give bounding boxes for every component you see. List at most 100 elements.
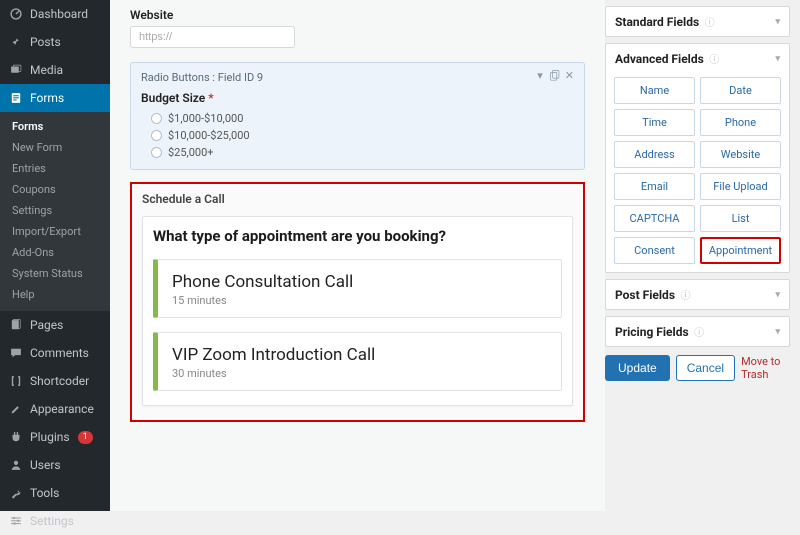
- panel-header-standard[interactable]: Standard Fields ⓘ ▾: [606, 7, 789, 36]
- radio-option[interactable]: $1,000-$10,000: [141, 110, 574, 127]
- sidebar-label: Settings: [30, 514, 74, 528]
- sidebar-label: Plugins: [30, 430, 70, 444]
- submenu-settings[interactable]: Settings: [0, 200, 110, 221]
- website-input[interactable]: [130, 26, 295, 48]
- sidebar-item-dashboard[interactable]: Dashboard: [0, 0, 110, 28]
- pricing-fields-panel: Pricing Fields ⓘ ▾: [605, 316, 790, 347]
- cancel-button[interactable]: Cancel: [676, 355, 735, 381]
- field-button-phone[interactable]: Phone: [700, 109, 781, 136]
- sidebar-item-comments[interactable]: Comments: [0, 339, 110, 367]
- radio-label: $25,000+: [168, 146, 214, 159]
- field-button-name[interactable]: Name: [614, 77, 695, 104]
- appointment-field-highlight: Schedule a Call What type of appointment…: [130, 182, 585, 422]
- submenu-help[interactable]: Help: [0, 284, 110, 305]
- sidebar-label: Tools: [30, 486, 59, 500]
- sidebar-label: Shortcoder: [30, 374, 89, 388]
- appointment-card: What type of appointment are you booking…: [142, 216, 573, 406]
- panel-title: Post Fields: [615, 288, 675, 302]
- appointment-name: Phone Consultation Call: [172, 272, 547, 292]
- form-editor: Website Radio Buttons : Field ID 9 ▾ ✕ B…: [110, 0, 605, 511]
- forms-submenu: Forms New Form Entries Coupons Settings …: [0, 112, 110, 311]
- field-button-time[interactable]: Time: [614, 109, 695, 136]
- schedule-label: Schedule a Call: [142, 192, 573, 206]
- pin-icon: [8, 34, 24, 50]
- pages-icon: [8, 317, 24, 333]
- sidebar-label: Forms: [30, 91, 64, 105]
- sidebar-item-media[interactable]: Media: [0, 56, 110, 84]
- radio-label: $10,000-$25,000: [168, 129, 250, 142]
- sidebar-label: Appearance: [30, 402, 94, 416]
- plugin-icon: [8, 429, 24, 445]
- brush-icon: [8, 401, 24, 417]
- duplicate-icon[interactable]: [547, 69, 561, 86]
- users-icon: [8, 457, 24, 473]
- sidebar-label: Dashboard: [30, 7, 88, 21]
- fields-sidebar: Standard Fields ⓘ ▾ Advanced Fields ⓘ ▾ …: [605, 0, 800, 511]
- radio-option[interactable]: $10,000-$25,000: [141, 127, 574, 144]
- submenu-entries[interactable]: Entries: [0, 158, 110, 179]
- radio-label: $1,000-$10,000: [168, 112, 243, 125]
- field-button-consent[interactable]: Consent: [614, 237, 695, 264]
- sidebar-item-forms[interactable]: Forms: [0, 84, 110, 112]
- field-button-date[interactable]: Date: [700, 77, 781, 104]
- move-to-trash-link[interactable]: Move to Trash: [741, 355, 790, 381]
- panel-title: Advanced Fields: [615, 52, 704, 66]
- submenu-new-form[interactable]: New Form: [0, 137, 110, 158]
- help-icon[interactable]: ⓘ: [692, 328, 704, 339]
- help-icon[interactable]: ⓘ: [702, 18, 714, 29]
- post-fields-panel: Post Fields ⓘ ▾: [605, 279, 790, 310]
- sidebar-label: Media: [30, 63, 63, 77]
- sidebar-item-pages[interactable]: Pages: [0, 311, 110, 339]
- field-title: Budget Size *: [141, 91, 574, 105]
- panel-title: Pricing Fields: [615, 325, 689, 339]
- forms-icon: [8, 90, 24, 106]
- standard-fields-panel: Standard Fields ⓘ ▾: [605, 6, 790, 37]
- sidebar-label: Posts: [30, 35, 61, 49]
- submenu-import-export[interactable]: Import/Export: [0, 221, 110, 242]
- chevron-down-icon: ▾: [775, 290, 780, 300]
- help-icon[interactable]: ⓘ: [678, 291, 690, 302]
- field-button-captcha[interactable]: CAPTCHA: [614, 205, 695, 232]
- website-field-label: Website: [130, 8, 585, 22]
- panel-header-pricing[interactable]: Pricing Fields ⓘ ▾: [606, 317, 789, 346]
- sliders-icon: [8, 513, 24, 529]
- sidebar-item-users[interactable]: Users: [0, 451, 110, 479]
- sidebar-item-posts[interactable]: Posts: [0, 28, 110, 56]
- appointment-option[interactable]: Phone Consultation Call 15 minutes: [153, 259, 562, 318]
- media-icon: [8, 62, 24, 78]
- field-button-email[interactable]: Email: [614, 173, 695, 200]
- field-button-file-upload[interactable]: File Upload: [700, 173, 781, 200]
- radio-option[interactable]: $25,000+: [141, 144, 574, 161]
- field-button-website[interactable]: Website: [700, 141, 781, 168]
- appointment-option[interactable]: VIP Zoom Introduction Call 30 minutes: [153, 332, 562, 391]
- chevron-down-icon[interactable]: ▾: [537, 69, 543, 86]
- appointment-duration: 15 minutes: [172, 294, 547, 307]
- submenu-coupons[interactable]: Coupons: [0, 179, 110, 200]
- help-icon[interactable]: ⓘ: [707, 55, 719, 66]
- wrench-icon: [8, 485, 24, 501]
- sidebar-label: Comments: [30, 346, 89, 360]
- appointment-question: What type of appointment are you booking…: [153, 227, 562, 245]
- submenu-system-status[interactable]: System Status: [0, 263, 110, 284]
- field-button-address[interactable]: Address: [614, 141, 695, 168]
- sidebar-item-settings[interactable]: Settings: [0, 507, 110, 535]
- panel-header-advanced[interactable]: Advanced Fields ⓘ ▾: [606, 44, 789, 73]
- appointment-duration: 30 minutes: [172, 367, 547, 380]
- update-badge: 1: [78, 431, 93, 444]
- radio-field-block[interactable]: Radio Buttons : Field ID 9 ▾ ✕ Budget Si…: [130, 62, 585, 170]
- sidebar-label: Pages: [30, 318, 63, 332]
- form-actions: Update Cancel Move to Trash: [605, 355, 790, 381]
- sidebar-label: Users: [30, 458, 61, 472]
- sidebar-item-tools[interactable]: Tools: [0, 479, 110, 507]
- sidebar-item-appearance[interactable]: Appearance: [0, 395, 110, 423]
- field-button-list[interactable]: List: [700, 205, 781, 232]
- sidebar-item-plugins[interactable]: Plugins 1: [0, 423, 110, 451]
- panel-header-post[interactable]: Post Fields ⓘ ▾: [606, 280, 789, 309]
- sidebar-item-shortcoder[interactable]: Shortcoder: [0, 367, 110, 395]
- submenu-addons[interactable]: Add-Ons: [0, 242, 110, 263]
- field-button-appointment[interactable]: Appointment: [700, 237, 781, 264]
- close-icon[interactable]: ✕: [565, 69, 574, 86]
- update-button[interactable]: Update: [605, 355, 670, 381]
- submenu-forms[interactable]: Forms: [0, 116, 110, 137]
- chevron-down-icon: ▾: [775, 17, 780, 27]
